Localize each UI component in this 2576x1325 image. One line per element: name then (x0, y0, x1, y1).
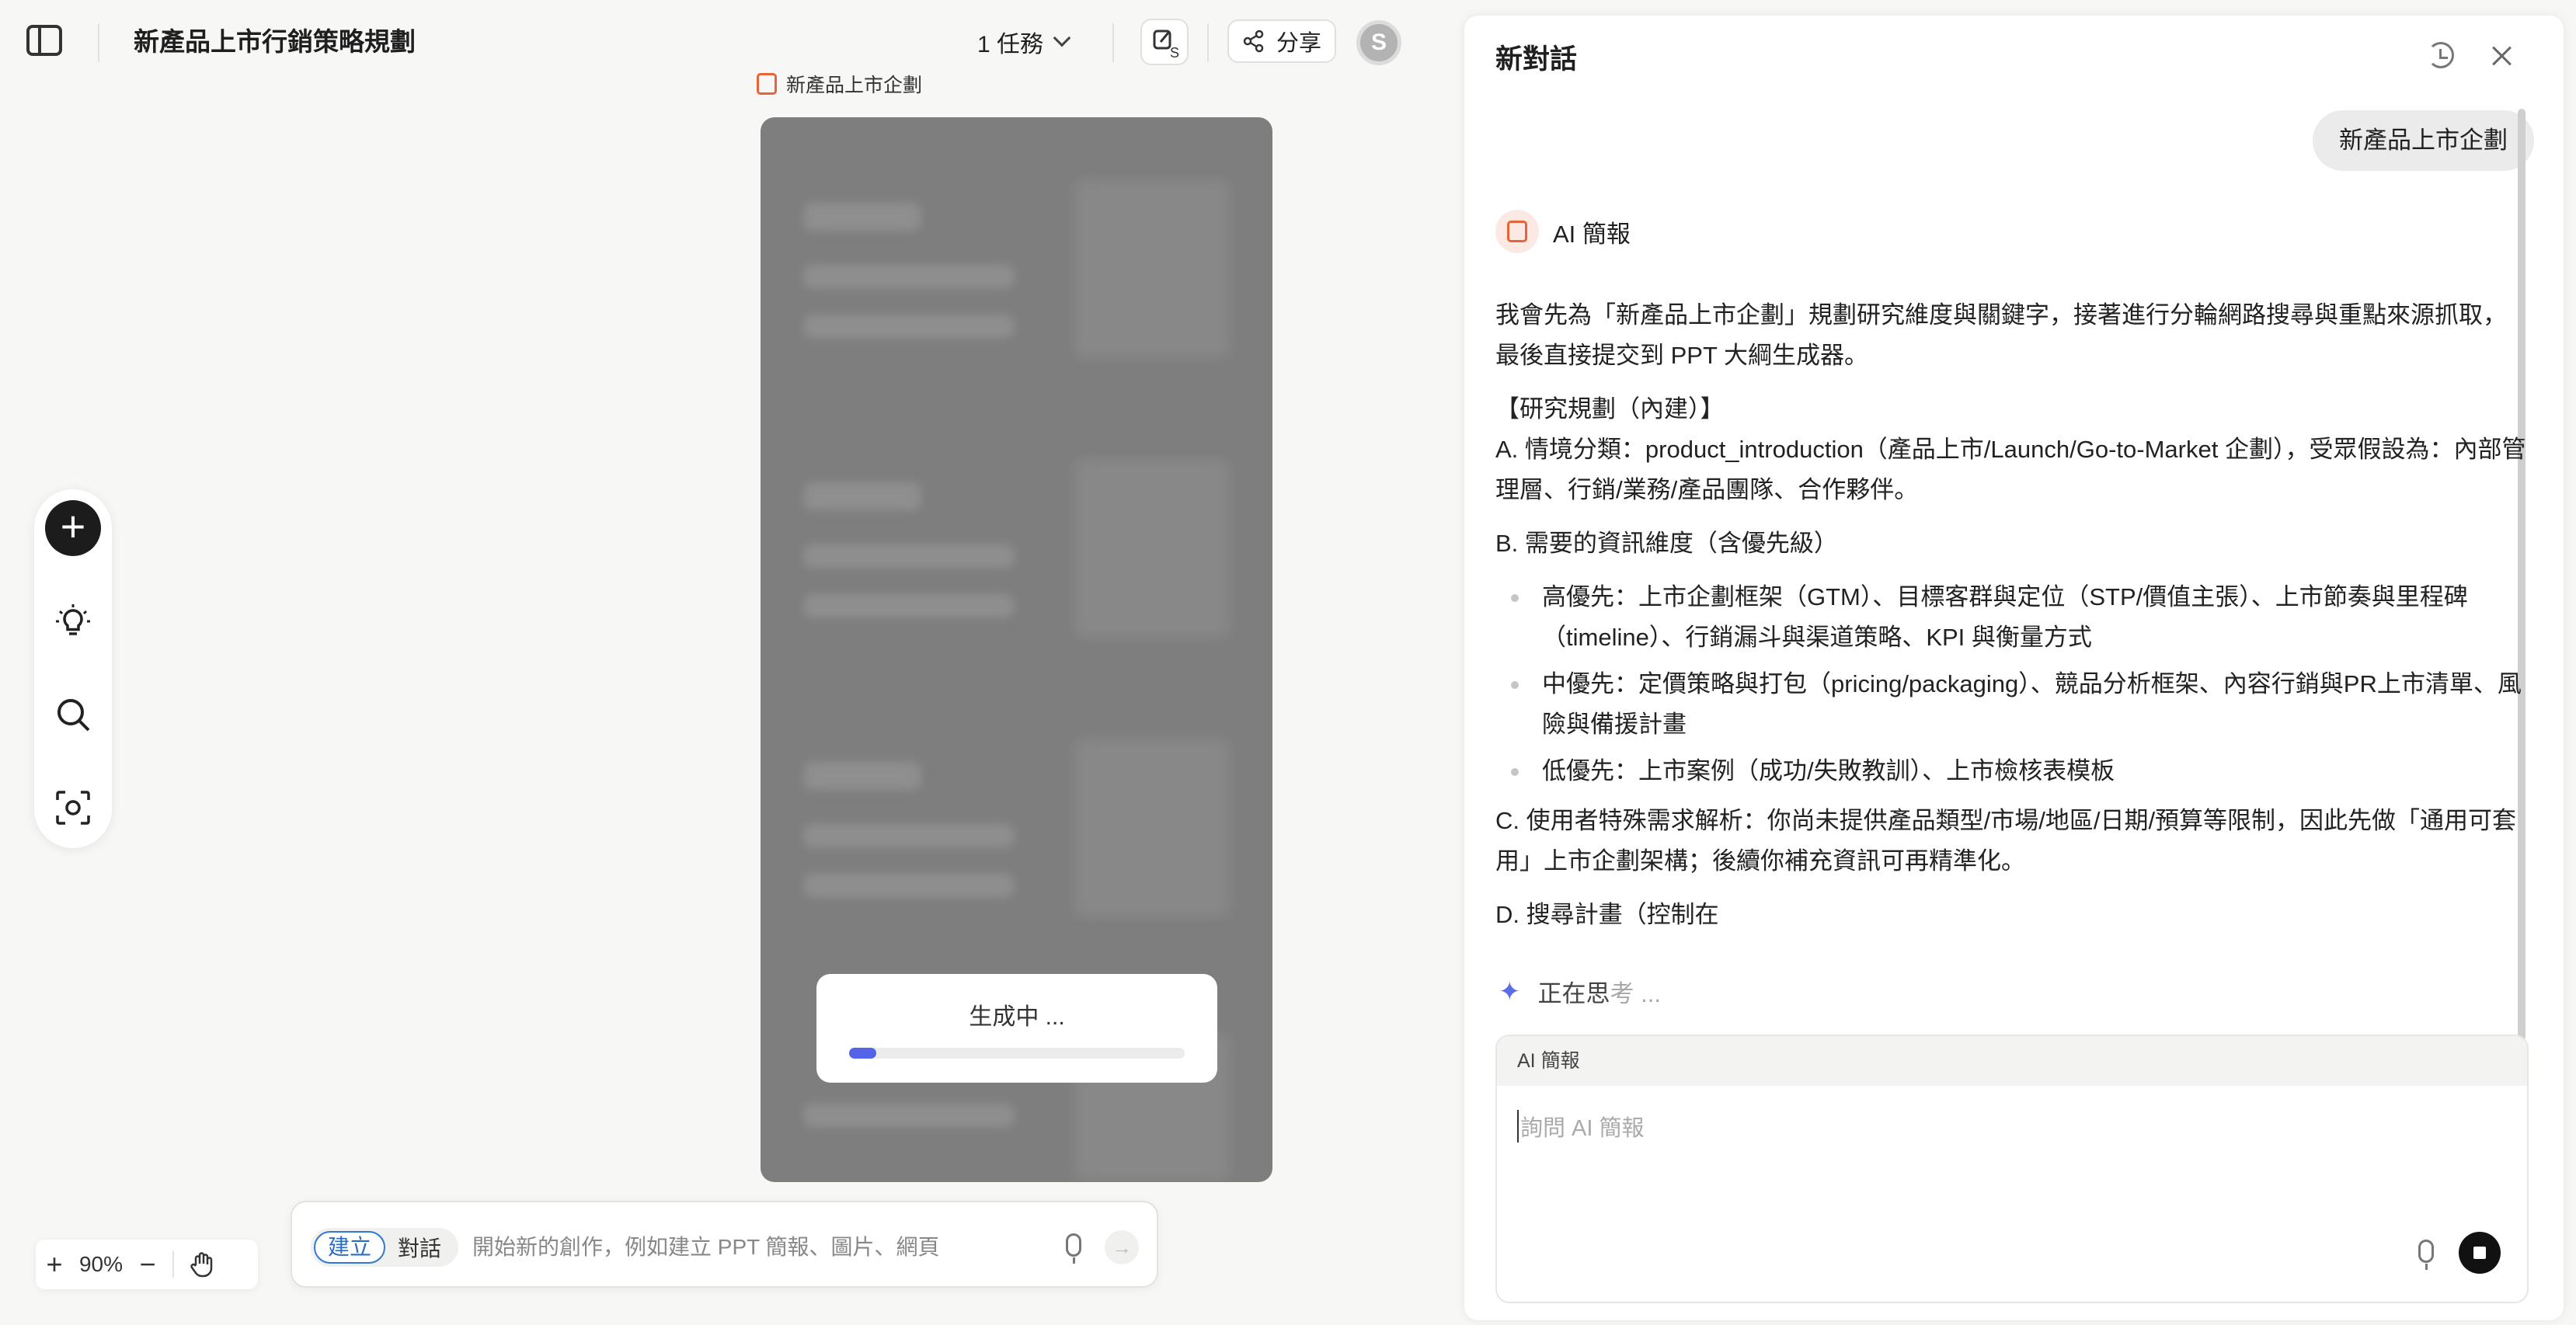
sparkle-icon: ✦ (1499, 976, 1521, 1007)
placeholder-image (1074, 459, 1230, 638)
mode-toggle: 建立 對話 (311, 1228, 459, 1267)
divider (1112, 23, 1114, 62)
placeholder-line (804, 203, 921, 231)
message-paragraph: 我會先為「新產品上市企劃」規劃研究維度與關鍵字，接著進行分輪網路搜尋與重點來源抓… (1495, 301, 2507, 369)
placeholder-line (804, 594, 1014, 617)
microphone-icon[interactable] (1066, 1233, 1081, 1264)
stop-button[interactable] (2459, 1232, 2501, 1274)
assistant-message: 我會先為「新產品上市企劃」規劃研究維度與關鍵字，接著進行分輪網路搜尋與重點來源抓… (1495, 295, 2529, 948)
progress-fill (849, 1048, 876, 1059)
divider (172, 1251, 174, 1278)
thinking-text: 正在思考 ... (1537, 980, 1661, 1007)
assistant-name: AI 簡報 (1553, 220, 1631, 248)
hand-tool-icon[interactable] (188, 1250, 218, 1279)
message-paragraph: A. 情境分類：product_introduction（產品上市/Launch… (1495, 436, 2526, 503)
add-icon: + (45, 500, 101, 556)
message-paragraph: D. 搜尋計畫（控制在 (1495, 901, 1719, 928)
search-icon (57, 699, 90, 732)
zoom-out-button[interactable]: − (129, 1248, 166, 1281)
slide-edit-icon (757, 73, 777, 95)
placeholder-line (804, 874, 1014, 897)
chat-panel: 新對話 新產品上市企劃 AI 簡報 我會先為「新產品上市企劃」規劃研究維度與關鍵… (1464, 16, 2564, 1320)
search-button[interactable] (45, 687, 101, 742)
close-icon[interactable] (2488, 42, 2516, 70)
list-item: 低優先：上市案例（成功/失敗教訓）、上市檢核表模板 (1495, 751, 2529, 791)
ideas-button[interactable] (45, 593, 101, 649)
share-button[interactable]: 分享 (1227, 19, 1336, 63)
chevron-down-icon (1053, 29, 1071, 47)
scan-icon (56, 791, 90, 825)
task-label: 1 任務 (977, 32, 1044, 57)
scan-button[interactable] (45, 780, 101, 836)
zoom-bar: + 90% − (36, 1240, 258, 1289)
placeholder-line (804, 265, 1014, 288)
placeholder-image (1074, 179, 1230, 358)
divider (98, 23, 99, 62)
share-icon (1243, 30, 1264, 53)
svg-text:S: S (1170, 45, 1179, 61)
zoom-level: 90% (78, 1252, 124, 1276)
progress-bar (849, 1048, 1185, 1059)
message-paragraph: B. 需要的資訊維度（含優先級） (1495, 530, 1838, 557)
chat-input-box: AI 簡報 詢問 AI 簡報 (1495, 1035, 2529, 1303)
placeholder-image (1074, 739, 1230, 917)
chat-input-agent-label: AI 簡報 (1497, 1036, 2527, 1086)
list-item: 高優先：上市企劃框架（GTM）、目標客群與定位（STP/價值主張）、上市節奏與里… (1495, 577, 2529, 658)
share-label: 分享 (1276, 31, 1321, 56)
send-button[interactable]: → (1105, 1230, 1139, 1264)
list-item: 中優先：定價策略與打包（pricing/packaging）、競品分析框架、內容… (1495, 664, 2529, 745)
task-dropdown[interactable]: 1 任務 (977, 23, 1071, 61)
assistant-avatar (1495, 210, 1539, 253)
placeholder-line (804, 824, 1014, 847)
message-paragraph: 【研究規劃（內建）】 (1495, 395, 1725, 423)
edit-session-button[interactable]: S (1140, 19, 1189, 65)
generating-card: 生成中 ... (816, 974, 1217, 1083)
zoom-in-button[interactable]: + (36, 1248, 73, 1281)
placeholder-line (804, 544, 1014, 568)
thinking-status: ✦ 正在思考 ... (1499, 974, 1661, 1009)
generating-text: 生成中 ... (969, 1004, 1065, 1030)
divider (1207, 23, 1209, 62)
lightbulb-icon (56, 604, 90, 635)
edit-s-icon: S (1153, 30, 1179, 61)
document-title[interactable]: 新產品上市行銷策略規劃 (134, 25, 416, 59)
canvas-prompt-box: 建立 對話 開始新的創作，例如建立 PPT 簡報、圖片、網頁 → (291, 1201, 1158, 1288)
canvas-prompt-input[interactable]: 開始新的創作，例如建立 PPT 簡報、圖片、網頁 (472, 1230, 940, 1261)
priority-list: 高優先：上市企劃框架（GTM）、目標客群與定位（STP/價值主張）、上市節奏與里… (1495, 577, 2529, 791)
placeholder-line (804, 315, 1014, 338)
sidebar-toggle-icon[interactable] (26, 25, 62, 56)
placeholder-line (804, 482, 921, 510)
tool-rail: + (34, 489, 112, 848)
mode-chat-tab[interactable]: 對話 (385, 1232, 455, 1263)
placeholder-line (804, 762, 921, 790)
slide-label-text: 新產品上市企劃 (786, 75, 923, 96)
history-icon[interactable] (2428, 42, 2454, 68)
user-message: 新產品上市企劃 (2313, 110, 2534, 171)
avatar[interactable]: S (1356, 20, 1401, 65)
microphone-icon[interactable] (2418, 1240, 2434, 1270)
slide-label[interactable]: 新產品上市企劃 (757, 70, 922, 98)
message-paragraph: C. 使用者特殊需求解析：你尚未提供產品類型/市場/地區/日期/預算等限制，因此… (1495, 807, 2517, 875)
add-button[interactable]: + (45, 500, 101, 556)
slide-edit-icon (1507, 221, 1527, 242)
assistant-header: AI 簡報 (1495, 210, 1631, 253)
chat-input[interactable]: 詢問 AI 簡報 (1517, 1110, 1645, 1142)
placeholder-line (804, 1104, 1014, 1127)
chat-title: 新對話 (1495, 44, 1578, 75)
mode-create-tab[interactable]: 建立 (314, 1231, 386, 1264)
